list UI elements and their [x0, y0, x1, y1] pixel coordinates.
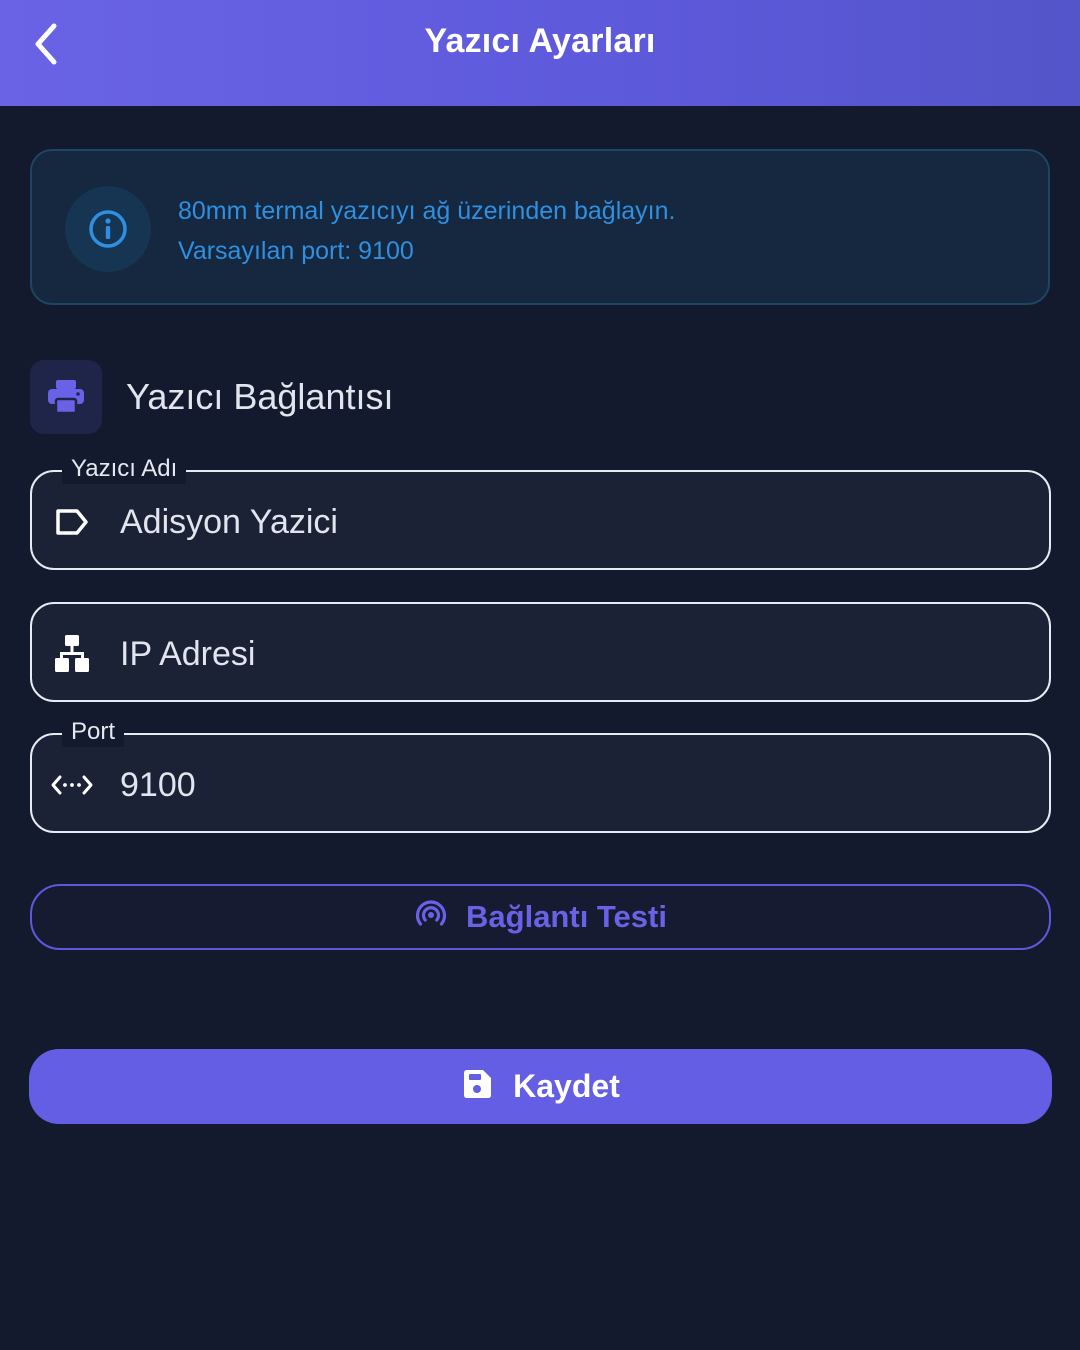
- save-button[interactable]: Kaydet: [29, 1049, 1052, 1124]
- printer-settings-screen: Yazıcı Ayarları 80mm termal yazıcıyı ağ …: [0, 0, 1080, 1350]
- info-line-2: Varsayılan port: 9100: [178, 237, 414, 265]
- port-label: Port: [62, 717, 125, 747]
- info-banner: 80mm termal yazıcıyı ağ üzerinden bağlay…: [30, 149, 1050, 305]
- printer-name-label: Yazıcı Adı: [62, 454, 187, 484]
- broadcast-icon: [414, 898, 448, 937]
- app-bar: Yazıcı Ayarları: [0, 0, 1080, 106]
- printer-name-field: Yazıcı Adı: [30, 454, 1051, 570]
- label-tag-icon: [50, 500, 94, 544]
- page-title: Yazıcı Ayarları: [424, 22, 656, 60]
- port-arrows-icon: [50, 763, 94, 807]
- connection-test-button[interactable]: Bağlantı Testi: [30, 884, 1051, 950]
- connection-test-label: Bağlantı Testi: [466, 899, 667, 934]
- info-line-1: 80mm termal yazıcıyı ağ üzerinden bağlay…: [178, 197, 676, 225]
- save-label: Kaydet: [513, 1068, 620, 1104]
- info-text: 80mm termal yazıcıyı ağ üzerinden bağlay…: [178, 191, 675, 271]
- network-icon: [50, 632, 94, 676]
- ip-address-input[interactable]: [120, 632, 1020, 676]
- ip-address-field: [30, 602, 1051, 702]
- printer-name-input[interactable]: [120, 500, 1020, 544]
- section-header-printer-connection: Yazıcı Bağlantısı: [30, 360, 393, 434]
- section-title: Yazıcı Bağlantısı: [126, 376, 394, 417]
- port-field: Port: [30, 717, 1051, 833]
- save-icon: [461, 1068, 493, 1105]
- port-input[interactable]: [120, 763, 1020, 807]
- printer-icon: [30, 360, 102, 434]
- info-icon: [65, 186, 151, 272]
